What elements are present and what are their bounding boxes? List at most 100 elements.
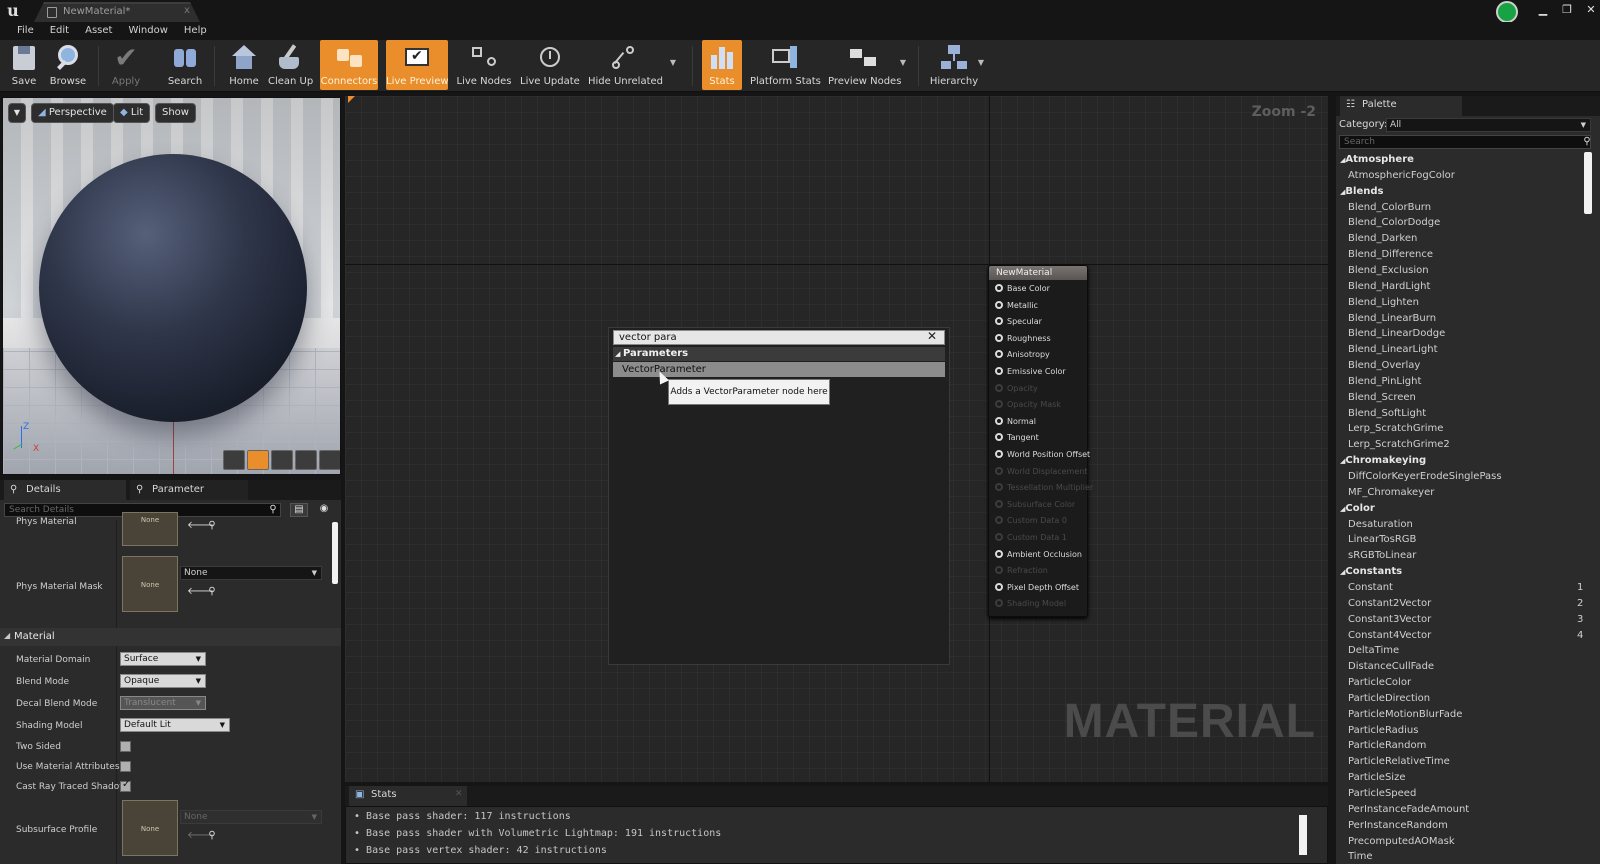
cylinder-preview-icon[interactable] [223,450,245,470]
pin-connector-icon[interactable] [995,582,1003,591]
pin-connector-icon[interactable] [995,317,1003,326]
material-section-header[interactable]: ◢ Material [0,628,341,646]
use-selected-arrow-icon[interactable]: 🡐 [187,520,214,532]
browse-asset-icon[interactable]: ⚲ [206,520,218,532]
palette-item[interactable]: Blend_SoftLight [1348,408,1426,419]
subsurface-profile-dropdown[interactable]: None ▼ [180,810,322,824]
palette-category[interactable]: ◢Color [1340,503,1375,514]
preview-viewport[interactable]: ▼ ◢ Perspective ◆ Lit Show Z X [2,97,341,475]
platform-stats-button[interactable]: Platform Stats [750,40,821,90]
pin-connector-icon[interactable] [995,383,1003,392]
visibility-eye-icon[interactable]: ◉ [314,503,334,515]
node-pin[interactable]: Custom Data 0 [995,514,1067,528]
node-pin[interactable]: Tessellation Multiplier [995,481,1093,495]
palette-item[interactable]: ParticleRandom [1348,740,1426,751]
category-dropdown[interactable]: All ▼ [1386,118,1591,132]
palette-item[interactable]: Blend_LinearDodge [1348,328,1445,339]
node-pin[interactable]: Ambient Occlusion [995,548,1082,562]
context-search-input[interactable]: vector para [613,330,945,345]
pin-connector-icon[interactable] [995,533,1003,541]
material-result-node[interactable]: NewMaterial Base Color Metallic Specular Ro… [988,265,1093,617]
custom-mesh-preview-icon[interactable] [319,450,340,470]
use-selected-arrow-icon[interactable]: 🡐 [187,830,214,842]
hide-unrelated-button[interactable]: Hide Unrelated [588,40,663,90]
plane-preview-icon[interactable] [271,450,293,470]
palette-scrollbar[interactable] [1584,152,1592,214]
pin-connector-icon[interactable] [995,566,1003,575]
stats-scrollbar[interactable] [1299,815,1307,855]
palette-item[interactable]: Blend_Darken [1348,233,1417,244]
browse-asset-icon[interactable]: ⚲ [206,586,218,598]
close-tab-icon[interactable]: x [184,5,190,16]
palette-item[interactable]: Lerp_ScratchGrime [1348,423,1443,434]
palette-item[interactable]: Blend_PinLight [1348,376,1421,387]
use-material-attributes-checkbox[interactable] [120,761,131,772]
palette-item[interactable]: Blend_LinearLight [1348,344,1438,355]
node-pin[interactable]: Roughness [995,332,1051,346]
show-button[interactable]: Show [155,103,196,123]
node-pin[interactable]: World Displacement [995,465,1087,479]
use-selected-arrow-icon[interactable]: 🡐 [187,586,214,598]
palette-item[interactable]: Time [1348,851,1372,862]
phys-material-thumbnail[interactable]: None [122,512,178,546]
shading-model-dropdown[interactable]: Default Lit ▼ [120,718,230,732]
pin-connector-icon[interactable] [995,350,1003,359]
menu-file[interactable]: File [9,22,42,40]
palette-category[interactable]: ◢Atmosphere [1340,154,1414,165]
close-tab-icon[interactable]: ✕ [455,789,463,799]
property-matrix-icon[interactable]: ▤ [290,503,308,517]
palette-category[interactable]: ◢Constants [1340,566,1402,577]
pin-connector-icon[interactable] [995,416,1003,425]
pin-connector-icon[interactable] [995,367,1003,375]
preview-nodes-button[interactable]: Preview Nodes [828,40,901,90]
palette-item[interactable]: Blend_Lighten [1348,297,1419,308]
palette-item[interactable]: ParticleDirection [1348,693,1430,704]
pin-connector-icon[interactable] [995,333,1003,342]
menu-help[interactable]: Help [176,22,215,40]
preview-nodes-dropdown-icon[interactable]: ▼ [898,58,908,67]
palette-item[interactable]: ParticleSpeed [1348,788,1416,799]
node-pin[interactable]: Custom Data 1 [995,531,1067,545]
palette-item[interactable]: Constant2Vector [1348,598,1431,609]
details-scrollbar[interactable] [332,522,338,584]
node-pin[interactable]: Normal [995,415,1036,429]
node-pin[interactable]: Specular [995,315,1042,329]
restore-icon[interactable]: ❐ [1558,2,1576,18]
palette-item[interactable]: PerInstanceRandom [1348,820,1448,831]
palette-item[interactable]: Blend_ColorDodge [1348,217,1440,228]
pin-connector-icon[interactable] [995,549,1003,558]
connectors-button[interactable]: Connectors [320,40,378,90]
palette-item[interactable]: MF_Chromakeyer [1348,487,1434,498]
search-button[interactable]: Search [166,40,204,90]
blend-mode-dropdown[interactable]: Opaque ▼ [120,674,206,688]
menu-window[interactable]: Window [120,22,175,40]
node-pin[interactable]: Subsurface Color [995,498,1075,512]
hierarchy-button[interactable]: Hierarchy [926,40,982,90]
cleanup-button[interactable]: Clean Up [268,40,313,90]
palette-item[interactable]: ParticleRelativeTime [1348,756,1450,767]
minimize-icon[interactable]: ▁ [1534,2,1552,18]
node-pin[interactable]: Metallic [995,299,1038,313]
palette-item[interactable]: Lerp_ScratchGrime2 [1348,439,1450,450]
pin-connector-icon[interactable] [995,433,1003,442]
palette-item[interactable]: Constant [1348,582,1393,593]
live-update-button[interactable]: Live Update [520,40,580,90]
source-control-icon[interactable] [1496,1,1518,23]
menu-edit[interactable]: Edit [42,22,77,40]
menu-asset[interactable]: Asset [77,22,120,40]
palette-item[interactable]: LinearTosRGB [1348,534,1416,545]
pin-connector-icon[interactable] [995,599,1003,608]
live-nodes-button[interactable]: Live Nodes [456,40,512,90]
lit-button[interactable]: ◆ Lit [113,103,151,123]
palette-item[interactable]: DiffColorKeyerErodeSinglePass [1348,471,1502,482]
pin-connector-icon[interactable] [995,400,1003,409]
pin-connector-icon[interactable] [995,516,1003,525]
clear-search-icon[interactable]: ✕ [927,329,946,343]
palette-item[interactable]: ParticleColor [1348,677,1411,688]
pin-connector-icon[interactable] [995,284,1003,292]
tab-details[interactable]: ⚲ Details [4,480,126,500]
pin-connector-icon[interactable] [995,483,1003,492]
context-category-parameters[interactable]: ◢ Parameters [613,347,945,361]
palette-item[interactable]: Blend_LinearBurn [1348,313,1436,324]
palette-item[interactable]: sRGBToLinear [1348,550,1416,561]
